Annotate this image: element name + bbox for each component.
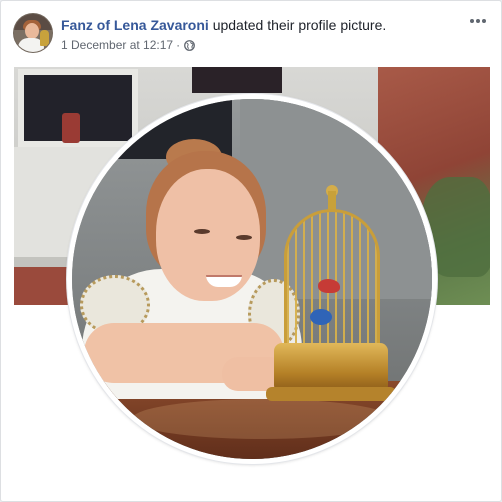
post-card: Fanz of Lena Zavaroni updated their prof… xyxy=(0,0,502,502)
globe-icon[interactable] xyxy=(184,39,195,51)
post-action-text: updated their profile picture. xyxy=(212,17,387,33)
post-meta: 1 December at 12:17 · xyxy=(61,38,195,52)
page-name-link[interactable]: Fanz of Lena Zavaroni xyxy=(61,17,209,33)
meta-separator: · xyxy=(176,38,181,52)
profile-picture[interactable] xyxy=(72,99,432,459)
more-options-icon[interactable] xyxy=(467,13,489,29)
post-timestamp[interactable]: 1 December at 12:17 xyxy=(61,38,173,52)
post-header: Fanz of Lena Zavaroni updated their prof… xyxy=(13,13,489,57)
page-avatar[interactable] xyxy=(13,13,53,53)
post-title-line: Fanz of Lena Zavaroni updated their prof… xyxy=(61,16,386,34)
